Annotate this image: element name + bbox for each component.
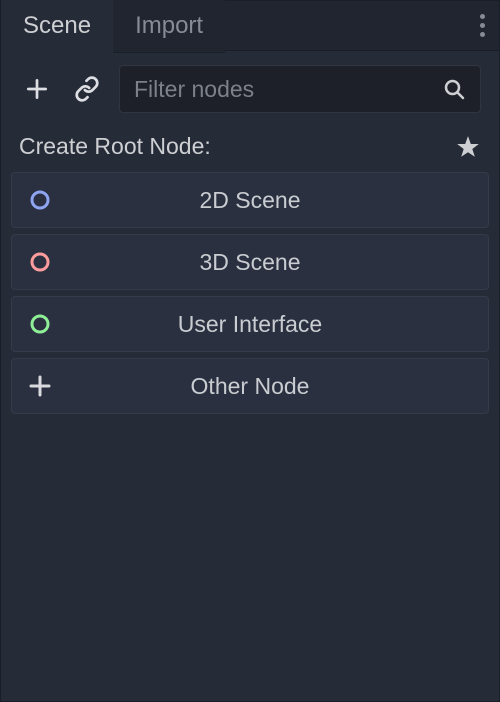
node-label: 3D Scene xyxy=(12,249,488,276)
section-header: Create Root Node: xyxy=(1,125,499,172)
tab-scene[interactable]: Scene xyxy=(1,0,113,52)
node-label: 2D Scene xyxy=(12,187,488,214)
dots-vertical-icon xyxy=(480,14,485,37)
add-node-button[interactable] xyxy=(19,71,55,107)
tab-menu-button[interactable] xyxy=(466,1,499,51)
favorite-button[interactable] xyxy=(455,134,481,160)
tab-import[interactable]: Import xyxy=(113,0,225,53)
plus-icon xyxy=(24,76,50,102)
control-icon xyxy=(26,310,54,338)
section-title: Create Root Node: xyxy=(19,133,211,160)
link-icon xyxy=(74,76,100,102)
node-button-2d-scene[interactable]: 2D Scene xyxy=(11,172,489,228)
tab-spacer xyxy=(225,1,466,51)
node3d-icon xyxy=(26,248,54,276)
node-button-other[interactable]: Other Node xyxy=(11,358,489,414)
plus-icon xyxy=(26,372,54,400)
node-label: User Interface xyxy=(12,311,488,338)
toolbar xyxy=(1,51,499,125)
node-button-3d-scene[interactable]: 3D Scene xyxy=(11,234,489,290)
node-label: Other Node xyxy=(12,373,488,400)
filter-input[interactable] xyxy=(134,76,442,103)
node-list: 2D Scene 3D Scene User Interface xyxy=(1,172,499,414)
node-button-user-interface[interactable]: User Interface xyxy=(11,296,489,352)
node2d-icon xyxy=(26,186,54,214)
instance-scene-button[interactable] xyxy=(69,71,105,107)
tab-bar: Scene Import xyxy=(1,1,499,51)
filter-field[interactable] xyxy=(119,65,481,113)
search-icon xyxy=(442,77,466,101)
